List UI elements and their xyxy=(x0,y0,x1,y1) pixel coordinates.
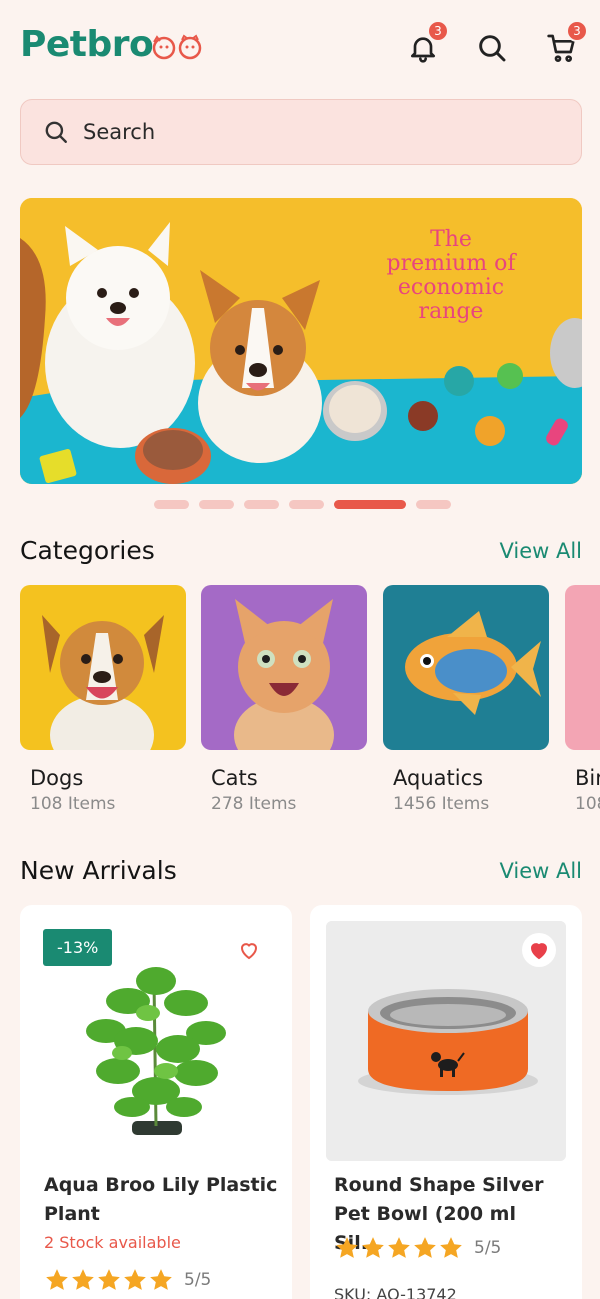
category-card-dogs[interactable]: Dogs 108 Items xyxy=(20,585,186,814)
banner-line: The xyxy=(430,227,472,252)
banner-pagination xyxy=(154,500,451,509)
star-icon xyxy=(440,1237,462,1258)
banner-line: economic xyxy=(397,275,505,300)
category-card-birds[interactable]: Bir 108 xyxy=(565,585,600,814)
favorite-button[interactable] xyxy=(522,933,556,967)
cart-button[interactable]: 3 xyxy=(544,20,588,66)
star-icon xyxy=(150,1269,172,1290)
product-name-line: Plant xyxy=(44,1203,100,1225)
discount-badge: -13% xyxy=(43,929,113,966)
new-arrivals-view-all-link[interactable]: View All xyxy=(499,859,582,883)
banner-headline: The premium of economic range xyxy=(356,228,546,324)
category-count: 108 xyxy=(575,794,600,814)
category-image xyxy=(383,585,549,750)
star-icon xyxy=(388,1237,410,1258)
product-name: Aqua Broo Lily Plastic Plant xyxy=(44,1171,280,1229)
category-image xyxy=(20,585,186,750)
category-card-cats[interactable]: Cats 278 Items xyxy=(201,585,367,814)
product-name-line: Aqua Broo Lily Plastic xyxy=(44,1174,278,1196)
rating-value: 5/5 xyxy=(184,1270,212,1290)
product-card[interactable]: -13% Aqua Broo Lily Plastic Plant 2 Stoc… xyxy=(20,905,292,1299)
category-name: Bir xyxy=(575,766,600,790)
category-count: 278 Items xyxy=(211,794,297,814)
promo-banner[interactable]: The premium of economic range xyxy=(20,198,582,484)
search-icon xyxy=(45,121,67,143)
categories-view-all-link[interactable]: View All xyxy=(499,539,582,563)
category-image xyxy=(201,585,367,750)
star-icon xyxy=(46,1269,68,1290)
banner-line: premium of xyxy=(386,251,516,276)
star-icon xyxy=(124,1269,146,1290)
category-name: Dogs xyxy=(30,766,84,790)
cart-badge: 3 xyxy=(566,20,588,42)
product-card[interactable]: Round Shape Silver Pet Bowl (200 ml Sil.… xyxy=(310,905,582,1299)
new-arrivals-title: New Arrivals xyxy=(20,856,177,885)
star-icon xyxy=(98,1269,120,1290)
category-image xyxy=(565,585,600,750)
favorite-button[interactable] xyxy=(232,933,266,967)
categories-title: Categories xyxy=(20,536,155,565)
heart-outline-icon xyxy=(240,943,258,960)
logo-text: Petbro xyxy=(20,24,154,65)
notifications-badge: 3 xyxy=(427,20,449,42)
notifications-button[interactable]: 3 xyxy=(405,20,449,66)
rating-stars: 5/5 xyxy=(334,1235,501,1261)
category-name: Cats xyxy=(211,766,258,790)
banner-line: range xyxy=(418,299,484,324)
star-icon xyxy=(362,1237,384,1258)
petbroo-logo[interactable]: Petbro xyxy=(20,24,203,65)
search-icon xyxy=(479,35,506,62)
pagination-dot[interactable] xyxy=(416,500,451,509)
pagination-dot[interactable] xyxy=(154,500,189,509)
pagination-dot[interactable] xyxy=(199,500,234,509)
star-icon xyxy=(336,1237,358,1258)
category-count: 108 Items xyxy=(30,794,116,814)
category-count: 1456 Items xyxy=(393,794,490,814)
pagination-dot[interactable] xyxy=(244,500,279,509)
heart-filled-icon xyxy=(530,943,548,960)
star-icon xyxy=(414,1237,436,1258)
rating-value: 5/5 xyxy=(474,1238,502,1258)
category-name: Aquatics xyxy=(393,766,484,790)
star-icon xyxy=(72,1269,94,1290)
product-name-line: Round Shape Silver xyxy=(334,1174,544,1196)
category-card-aquatics[interactable]: Aquatics 1456 Items xyxy=(383,585,549,814)
logo-pet-faces-icon xyxy=(151,33,203,60)
pagination-dot-active[interactable] xyxy=(334,500,406,509)
pagination-dot[interactable] xyxy=(289,500,324,509)
search-placeholder: Search xyxy=(83,120,156,144)
search-input[interactable]: Search xyxy=(20,99,582,165)
rating-stars: 5/5 xyxy=(44,1267,211,1293)
product-sku: SKU: AQ-13742 xyxy=(334,1285,457,1299)
search-button[interactable] xyxy=(474,30,510,66)
stock-status: 2 Stock available xyxy=(44,1233,181,1252)
app-header: Petbro 3 3 xyxy=(0,0,600,96)
